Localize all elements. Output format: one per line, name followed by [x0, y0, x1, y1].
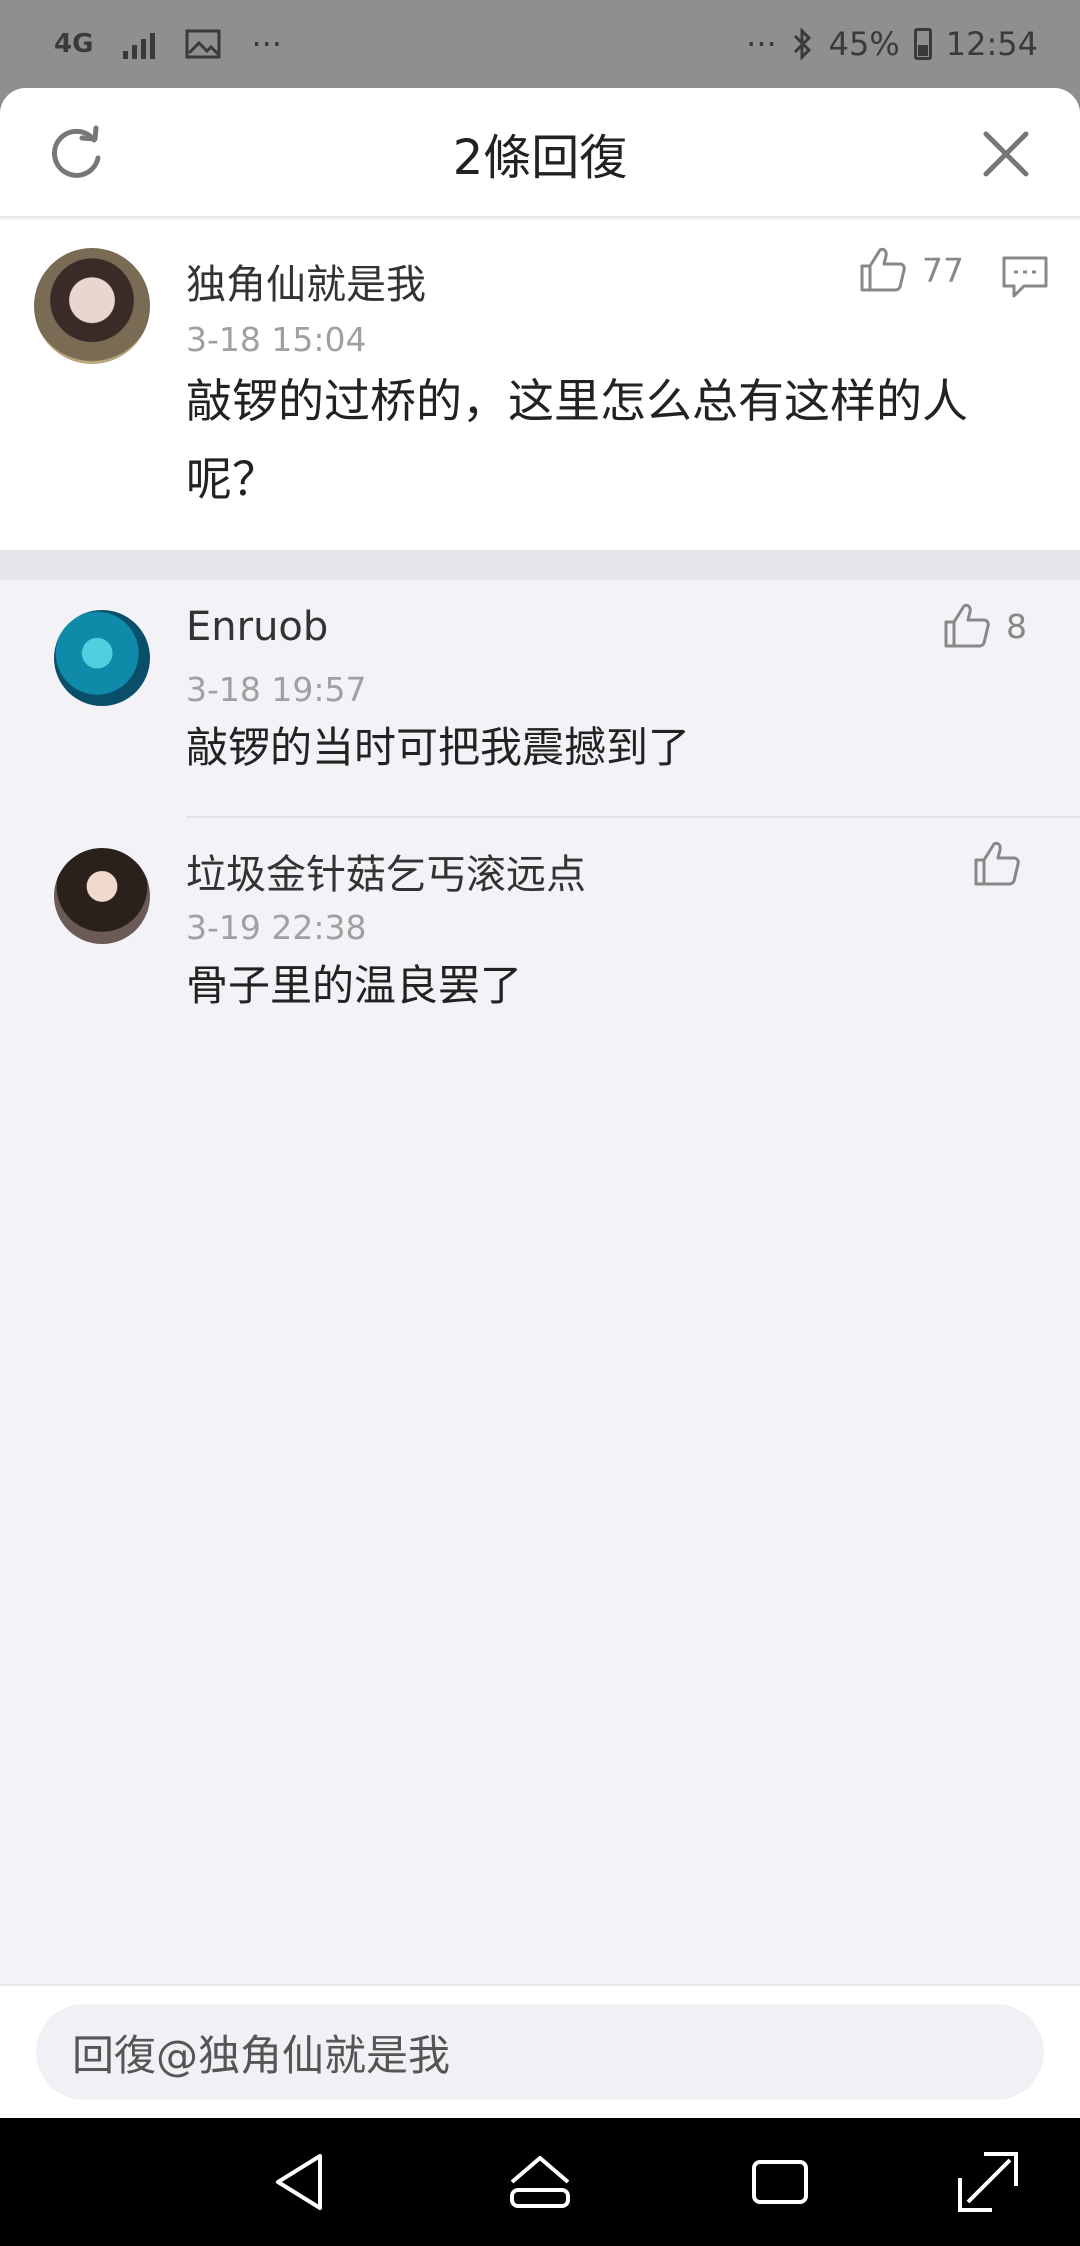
thumb-up-icon — [974, 841, 1020, 886]
comment-text: 敲锣的过桥的，这里怎么总有这样的人 呢？ — [186, 362, 1046, 518]
status-bar: 4G ··· ··· 45% 12:54 — [0, 0, 1080, 88]
reply-item: Enruob 3-18 19:57 敲锣的当时可把我震撼到了 8 — [0, 580, 1080, 818]
expand-icon[interactable] — [954, 2148, 1022, 2216]
like-button[interactable]: 8 — [940, 600, 1027, 652]
navigation-bar — [0, 2118, 1080, 2246]
comment-icon[interactable] — [1000, 254, 1050, 300]
comment-author[interactable]: 独角仙就是我 — [186, 252, 426, 310]
like-button[interactable] — [970, 838, 1022, 890]
reply-text: 骨子里的温良罢了 — [186, 961, 523, 1010]
battery-icon — [913, 28, 932, 60]
reply-input[interactable]: 回復@独角仙就是我 — [36, 2004, 1044, 2100]
sheet-title: 2條回復 — [452, 130, 628, 186]
more-notifications: ··· — [251, 25, 282, 63]
replies-sheet: 2條回復 独角仙就是我 3-18 15:04 敲锣的过桥的，这里怎么总有这样的人… — [0, 88, 1080, 2118]
network-indicator: 4G — [54, 29, 94, 59]
main-comment: 独角仙就是我 3-18 15:04 敲锣的过桥的，这里怎么总有这样的人 呢？ 7… — [0, 220, 1080, 550]
reply-item: 垃圾金针菇乞丐滚远点 3-19 22:38 骨子里的温良罢了 — [0, 818, 1080, 1058]
comment-time: 3-18 15:04 — [186, 320, 367, 359]
thumb-up-icon — [944, 603, 990, 648]
bluetooth-icon — [793, 27, 811, 61]
battery-percent: 45% — [828, 25, 900, 63]
thumb-up-icon — [860, 247, 906, 292]
avatar[interactable] — [54, 610, 150, 706]
clock: 12:54 — [945, 25, 1038, 63]
reply-bar: 回復@独角仙就是我 — [0, 1984, 1080, 2118]
reply-text: 敲锣的当时可把我震撼到了 — [186, 723, 691, 772]
back-icon[interactable] — [268, 2148, 336, 2216]
comment-text-line: 呢？ — [186, 452, 278, 506]
like-count: 8 — [1006, 606, 1027, 646]
comment-text-line: 敲锣的过桥的，这里怎么总有这样的人 — [186, 374, 968, 428]
reply-author[interactable]: 垃圾金针菇乞丐滚远点 — [186, 842, 586, 900]
recents-icon[interactable] — [746, 2148, 814, 2216]
avatar[interactable] — [34, 248, 150, 364]
like-count: 77 — [922, 250, 964, 290]
sheet-header: 2條回復 — [0, 88, 1080, 218]
signal-icon — [123, 29, 156, 59]
section-divider — [0, 550, 1080, 580]
reply-author[interactable]: Enruob — [186, 604, 328, 650]
close-icon[interactable] — [978, 126, 1034, 182]
like-button[interactable]: 77 — [856, 244, 964, 296]
image-icon — [185, 29, 221, 59]
more-status: ··· — [746, 25, 777, 63]
home-icon[interactable] — [506, 2148, 574, 2216]
avatar[interactable] — [54, 848, 150, 944]
